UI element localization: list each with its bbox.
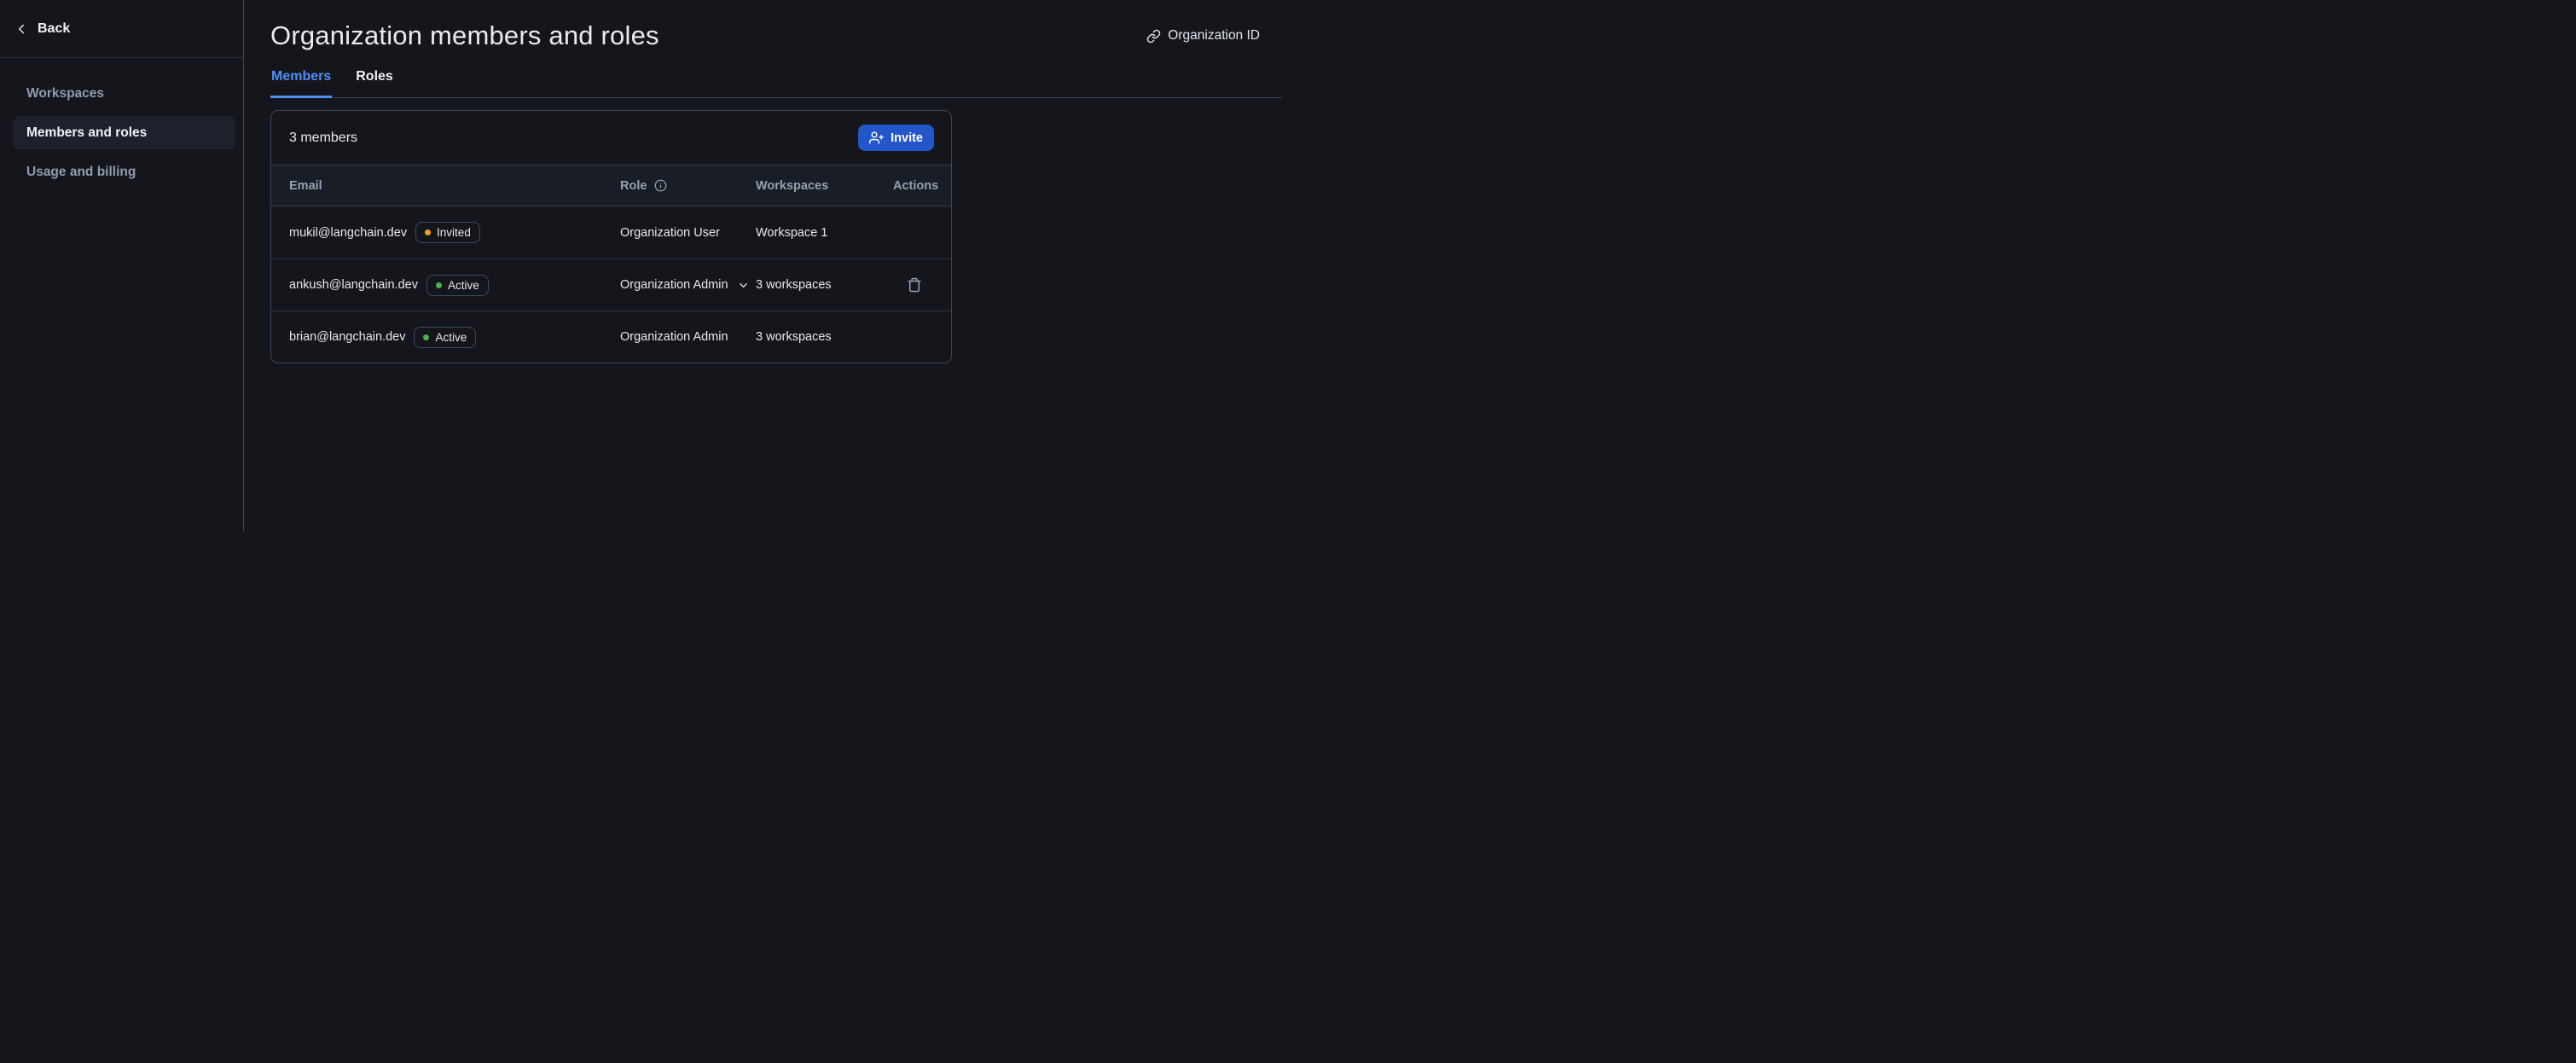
main-content: Organization members and roles Organizat… — [244, 0, 1288, 532]
column-header-role-label: Role — [620, 179, 647, 193]
sidebar-item-workspaces[interactable]: Workspaces — [13, 77, 235, 110]
sidebar-nav: Workspaces Members and roles Usage and b… — [0, 58, 243, 189]
email-cell: brian@langchain.dev Active — [289, 327, 620, 348]
table-header-row: Email Role Workspaces Actions — [271, 165, 951, 206]
role-dropdown[interactable]: Organization Admin — [620, 278, 756, 292]
actions-cell — [893, 276, 936, 294]
invite-button[interactable]: Invite — [858, 125, 934, 151]
tab-members[interactable]: Members — [270, 69, 332, 98]
column-header-actions: Actions — [893, 179, 936, 193]
page-title: Organization members and roles — [270, 20, 659, 51]
tab-roles[interactable]: Roles — [355, 69, 394, 98]
organization-id-label: Organization ID — [1168, 28, 1260, 44]
status-badge: Active — [414, 327, 476, 348]
delete-member-button[interactable] — [905, 276, 924, 294]
chevron-left-icon — [14, 21, 29, 37]
member-email: ankush@langchain.dev — [289, 278, 418, 292]
status-label: Invited — [437, 226, 471, 239]
back-label: Back — [38, 21, 70, 37]
info-icon[interactable] — [654, 179, 667, 192]
status-label: Active — [435, 331, 467, 344]
status-label: Active — [448, 279, 479, 292]
email-cell: mukil@langchain.dev Invited — [289, 222, 620, 243]
invite-label: Invite — [891, 131, 923, 145]
link-icon — [1146, 29, 1161, 44]
status-dot — [425, 229, 431, 235]
organization-id-link[interactable]: Organization ID — [1146, 28, 1260, 44]
members-card: 3 members Invite Email Role Workspaces A… — [270, 110, 952, 363]
table-body: mukil@langchain.dev Invited Organization U… — [271, 206, 951, 363]
sidebar-item-label: Members and roles — [26, 125, 147, 141]
member-workspaces: 3 workspaces — [756, 278, 893, 292]
table-row: mukil@langchain.dev Invited Organization U… — [271, 206, 951, 258]
page-header: Organization members and roles Organizat… — [270, 20, 1288, 51]
chevron-down-icon — [737, 279, 750, 292]
member-workspaces: Workspace 1 — [756, 226, 893, 240]
sidebar-item-usage-and-billing[interactable]: Usage and billing — [13, 155, 235, 189]
sidebar-item-members-and-roles[interactable]: Members and roles — [13, 116, 235, 149]
table-row: brian@langchain.dev Active Organization Ad… — [271, 311, 951, 363]
member-role: Organization User — [620, 226, 720, 240]
status-dot — [423, 334, 429, 340]
member-email: mukil@langchain.dev — [289, 226, 407, 240]
member-role: Organization Admin — [620, 330, 728, 344]
user-plus-icon — [869, 131, 884, 145]
status-badge: Active — [426, 275, 489, 296]
column-header-role: Role — [620, 179, 756, 193]
members-card-header: 3 members Invite — [271, 111, 951, 165]
table-row: ankush@langchain.dev Active Organization A… — [271, 258, 951, 311]
member-workspaces: 3 workspaces — [756, 330, 893, 344]
back-button[interactable]: Back — [0, 0, 243, 58]
status-dot — [436, 282, 442, 288]
tab-bar: Members Roles — [270, 69, 1282, 98]
sidebar-item-label: Workspaces — [26, 86, 104, 102]
sidebar: Back Workspaces Members and roles Usage … — [0, 0, 244, 532]
role-cell: Organization User — [620, 226, 756, 240]
member-email: brian@langchain.dev — [289, 330, 405, 344]
member-role: Organization Admin — [620, 278, 728, 292]
role-cell: Organization Admin — [620, 330, 756, 344]
column-header-email: Email — [289, 179, 620, 193]
trash-icon — [907, 282, 922, 295]
members-count: 3 members — [289, 131, 357, 146]
status-badge: Invited — [415, 222, 480, 243]
column-header-workspaces: Workspaces — [756, 179, 893, 193]
email-cell: ankush@langchain.dev Active — [289, 275, 620, 296]
sidebar-item-label: Usage and billing — [26, 165, 136, 180]
